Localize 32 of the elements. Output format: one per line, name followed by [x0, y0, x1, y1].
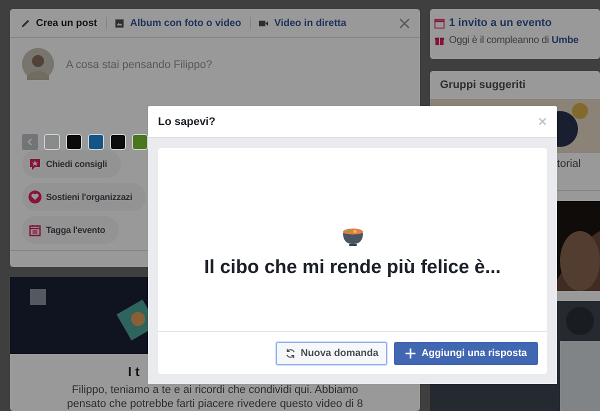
memory-text: Filippo, teniamo a te e ai ricordi che condividi qui. Abbiamo pensato che potrebbe farti piacere rivedere questo video di 8 — [66, 383, 364, 411]
composer-tab[interactable]: Video in diretta — [258, 18, 352, 28]
background-swatch[interactable] — [44, 134, 60, 150]
close-icon[interactable] — [399, 18, 410, 28]
refresh-icon — [284, 348, 296, 358]
composer-tab[interactable]: Crea un post — [20, 18, 104, 28]
background-swatch[interactable] — [88, 134, 104, 150]
background-swatch[interactable] — [66, 134, 82, 150]
gift-icon — [434, 35, 445, 46]
calendar-icon — [28, 223, 42, 237]
memory-title: I t — [127, 364, 140, 379]
calendar-icon — [434, 18, 445, 28]
photo-album-icon — [114, 18, 126, 28]
composer-tab[interactable]: Album con foto o video — [114, 18, 248, 28]
dialog-title: Lo sapevi? — [158, 116, 216, 128]
add-answer-button[interactable]: Aggiungi una risposta — [394, 342, 538, 364]
star-flag-icon — [28, 157, 42, 171]
chevron-left-icon — [26, 138, 34, 146]
birthday-text: Oggi è il compleanno di Umbe — [449, 35, 578, 46]
event-invite-link[interactable]: 1 invito a un evento — [449, 17, 552, 29]
pencil-icon — [20, 18, 31, 28]
composer-action[interactable]: Chiedi consigli — [22, 150, 122, 178]
background-swatch[interactable] — [110, 134, 126, 150]
close-icon[interactable] — [538, 117, 547, 126]
composer-action[interactable]: Tagga l'evento — [22, 216, 120, 244]
plus-icon — [405, 348, 416, 358]
new-question-button[interactable]: Nuova domanda — [276, 342, 388, 364]
composer-action[interactable]: Sostieni l'organizzazi — [22, 183, 146, 211]
avatar — [22, 48, 54, 80]
groups-title: Gruppi suggeriti — [439, 78, 527, 93]
question-text: Il cibo che mi rende più felice è... — [204, 257, 501, 279]
background-swatch[interactable] — [132, 134, 148, 150]
